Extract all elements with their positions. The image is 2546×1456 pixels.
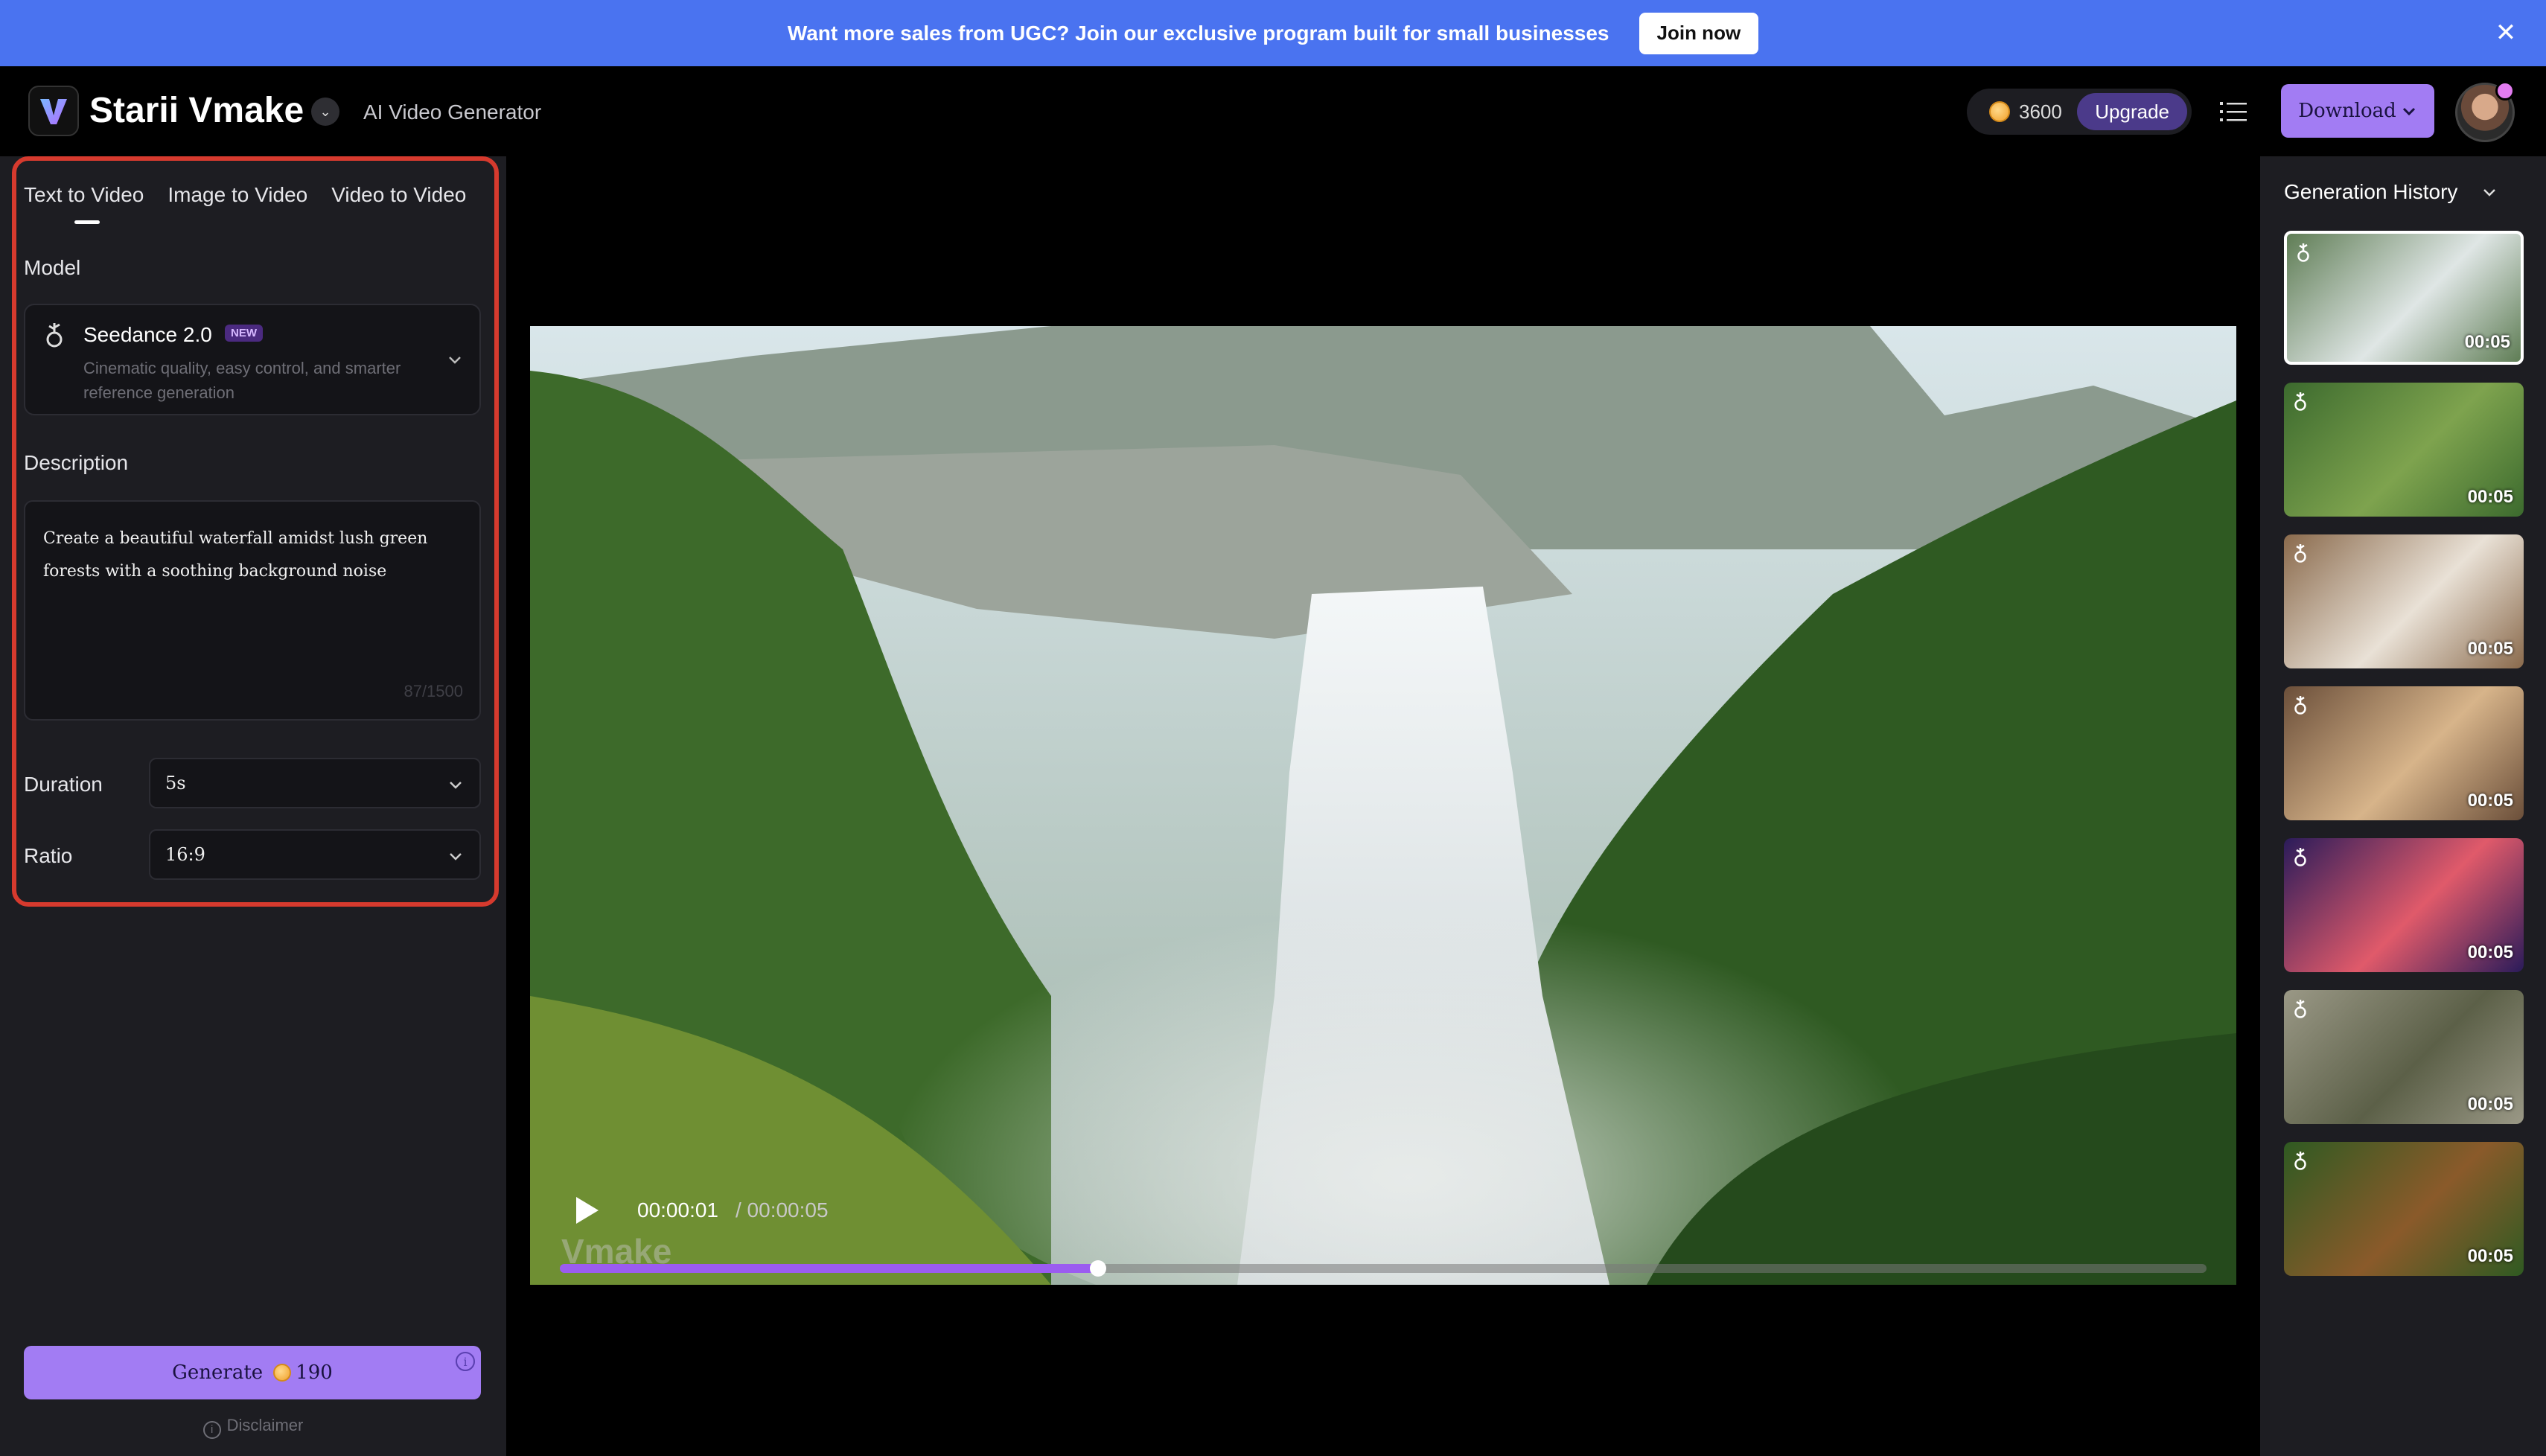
credits-pill: 3600 Upgrade [1967,89,2192,135]
left-panel: Text to Video Image to Video Video to Vi… [0,156,506,1456]
chevron-down-icon[interactable] [2480,183,2498,201]
history-thumbnail[interactable]: 00:05 [2284,838,2524,972]
chevron-down-icon [450,782,462,789]
seedance-icon [2294,544,2306,563]
generate-button[interactable]: Generate 190 i [24,1346,481,1399]
thumbnail-duration: 00:05 [2464,332,2510,352]
promo-banner: Want more sales from UGC? Join our exclu… [0,0,2546,66]
seedance-icon [2294,392,2306,411]
logo-icon[interactable] [28,86,79,136]
close-icon[interactable]: ✕ [2489,16,2522,49]
thumbnail-duration: 00:05 [2467,791,2513,811]
duration-label: Duration [24,773,103,796]
play-icon[interactable] [572,1194,602,1227]
thumbnail-duration: 00:05 [2467,639,2513,659]
duration-value: 5s [165,773,186,794]
thumbnail-duration: 00:05 [2467,1094,2513,1114]
app-name: Starii Vmake [89,91,304,130]
video-player[interactable]: 00:00:01 / 00:00:05 Vmake [530,326,2236,1285]
generate-cost: 190 [296,1361,333,1384]
history-thumbnail[interactable]: 00:05 [2284,1142,2524,1276]
join-now-button[interactable]: Join now [1639,12,1759,54]
thumbnail-duration: 00:05 [2467,942,2513,962]
coin-icon [1989,101,2010,122]
info-icon[interactable]: i [456,1352,475,1371]
seedance-icon [2294,848,2306,866]
character-count: 87/1500 [403,682,463,700]
menu-list-icon[interactable] [2218,99,2248,124]
mode-tabs: Text to Video Image to Video Video to Vi… [24,183,466,207]
tab-image-to-video[interactable]: Image to Video [168,183,307,207]
duration-select[interactable]: 5s [149,758,481,808]
seedance-icon [2294,696,2306,715]
ratio-label: Ratio [24,844,73,867]
description-text: Create a beautiful waterfall amidst lush… [43,529,428,581]
chevron-down-icon [450,853,462,860]
chevron-down-icon[interactable]: ⌄ [311,98,339,126]
disclaimer-link[interactable]: i Disclaimer [0,1416,506,1439]
progress-bar[interactable] [560,1260,2207,1277]
history-thumbnail[interactable]: 00:05 [2284,383,2524,517]
video-frame-image [530,326,2236,1285]
progress-fill [560,1264,1099,1273]
ratio-select[interactable]: 16:9 [149,829,481,880]
history-thumbnail[interactable]: 00:05 [2284,534,2524,668]
model-description: Cinematic quality, easy control, and sma… [83,359,401,402]
coin-icon [273,1364,292,1382]
tab-text-to-video[interactable]: Text to Video [24,183,144,207]
upgrade-button[interactable]: Upgrade [2077,93,2187,130]
current-time: 00:00:01 [637,1198,718,1222]
seedance-icon [2294,1152,2306,1170]
ratio-value: 16:9 [165,844,205,865]
generate-label: Generate [172,1361,264,1384]
model-label: Model [24,256,81,279]
total-time: / 00:00:05 [736,1198,829,1222]
active-tab-indicator [74,220,100,224]
banner-text: Want more sales from UGC? Join our exclu… [787,21,1609,45]
disclaimer-label: Disclaimer [226,1416,304,1434]
history-panel: Generation History 00:05 00:05 00:05 00:05 0… [2260,156,2546,1456]
info-icon: i [202,1421,221,1439]
seedance-icon [2294,1000,2306,1018]
credits-count: 3600 [2019,100,2062,123]
download-button[interactable]: Download [2281,84,2434,138]
seedance-icon [2297,243,2309,262]
description-textarea[interactable]: Create a beautiful waterfall amidst lush… [24,500,481,721]
tab-video-to-video[interactable]: Video to Video [331,183,466,207]
thumbnail-duration: 00:05 [2467,1246,2513,1266]
chevron-down-icon [449,357,461,364]
description-label: Description [24,451,129,474]
download-label: Download [2298,100,2396,122]
chevron-down-icon [2402,107,2415,116]
seedance-icon [46,323,63,348]
new-badge: NEW [225,325,263,342]
notification-dot [2495,81,2515,100]
history-thumbnail[interactable]: 00:05 [2284,686,2524,820]
model-name: Seedance 2.0 [83,323,212,346]
thumbnail-duration: 00:05 [2467,487,2513,507]
history-title: Generation History [2284,180,2458,203]
history-thumbnail[interactable]: 00:05 [2284,990,2524,1124]
history-thumbnail[interactable]: 00:05 [2284,231,2524,365]
app-header: Starii Vmake ⌄ AI Video Generator 3600 U… [0,66,2546,156]
app-subtitle: AI Video Generator [363,100,542,124]
model-selector[interactable]: Seedance 2.0 NEW Cinematic quality, easy… [24,304,481,415]
